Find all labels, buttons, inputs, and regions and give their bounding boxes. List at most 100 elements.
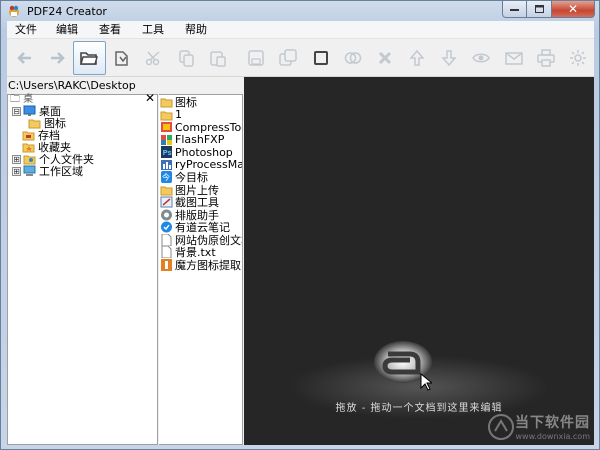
file-name: 1 xyxy=(175,108,182,122)
mouse-cursor-icon xyxy=(420,373,432,391)
watermark: 当下软件园 www.downxia.com xyxy=(487,412,590,441)
cut-button[interactable] xyxy=(138,41,170,75)
mail-button[interactable] xyxy=(497,41,529,75)
file-name: 图片上传 xyxy=(175,183,219,196)
title-bar[interactable]: PDF24 Creator ✕ xyxy=(1,1,599,21)
watermark-main: 当下软件园 xyxy=(515,415,590,431)
file-list-item[interactable]: 魔方图标提取 xyxy=(159,258,242,271)
menu-help[interactable]: 帮助 xyxy=(177,21,215,39)
window-controls: ✕ xyxy=(502,1,595,18)
file-list-item[interactable]: ryProcessManag xyxy=(159,158,242,172)
watermark-logo-icon xyxy=(488,413,514,440)
file-list-item[interactable]: 图标 xyxy=(159,96,242,109)
file-list-item[interactable]: CompressTool.e xyxy=(159,121,242,134)
file-list-item[interactable]: 排版助手 xyxy=(159,209,242,221)
toolbar xyxy=(7,39,594,77)
text-document-icon xyxy=(161,246,172,259)
file-list-item[interactable]: 今 今目标 xyxy=(159,171,242,184)
forward-button[interactable] xyxy=(41,41,73,75)
paste-button[interactable] xyxy=(202,41,234,75)
expand-icon[interactable]: ⊞ xyxy=(12,154,21,164)
file-name: 图标 xyxy=(175,96,197,109)
compress-tool-icon xyxy=(161,122,172,133)
layout-assistant-icon xyxy=(161,209,172,221)
tree-header: 🗀 桌 ✕ xyxy=(8,91,157,105)
maximize-button[interactable] xyxy=(527,1,552,18)
save-all-icon xyxy=(279,48,298,66)
watermark-url: www.downxia.com xyxy=(515,432,590,441)
file-list-item[interactable]: 1 xyxy=(159,108,242,122)
menu-view[interactable]: 查看 xyxy=(91,21,129,39)
move-down-button[interactable] xyxy=(433,41,465,75)
file-name: 魔方图标提取 xyxy=(175,258,241,271)
path-bar: C:\Users\RAKC\Desktop xyxy=(7,77,243,94)
tree-item-label: 工作区域 xyxy=(39,165,83,178)
file-list-item[interactable]: 网站伪原创文本 xyxy=(159,233,242,246)
file-list-item[interactable]: FlashFXP xyxy=(159,133,242,147)
tree-close-button[interactable]: ✕ xyxy=(145,91,155,105)
folder-icon xyxy=(160,111,173,121)
view-button[interactable] xyxy=(465,41,497,75)
expand-icon[interactable]: ⊞ xyxy=(12,166,21,176)
folder-icon xyxy=(160,186,173,196)
menu-edit[interactable]: 编辑 xyxy=(48,21,86,39)
file-name: 网站伪原创文本 xyxy=(175,233,242,246)
delete-icon xyxy=(378,51,391,64)
save-all-button[interactable] xyxy=(272,41,304,75)
merge-icon xyxy=(344,51,361,64)
back-icon xyxy=(17,51,32,64)
file-list-pane[interactable]: 图标 1 CompressTool.e FlashFXP Ps Photosho… xyxy=(159,94,243,445)
mofang-icon xyxy=(161,258,172,271)
menu-file[interactable]: 文件 xyxy=(7,21,45,39)
minimize-icon xyxy=(510,8,519,11)
window-title: PDF24 Creator xyxy=(27,4,107,18)
photoshop-icon: Ps xyxy=(161,146,172,159)
file-list-item[interactable]: 有道云笔记 xyxy=(159,221,242,234)
back-button[interactable] xyxy=(9,41,41,75)
menu-tools[interactable]: 工具 xyxy=(134,21,172,39)
file-list-item[interactable]: 截图工具 xyxy=(159,196,242,209)
file-name: FlashFXP xyxy=(175,133,225,147)
copy-button[interactable] xyxy=(170,41,202,75)
print-icon xyxy=(536,48,555,67)
open-button[interactable] xyxy=(73,40,106,75)
youdao-note-icon xyxy=(161,221,172,233)
copy-icon xyxy=(179,49,194,67)
flashfxp-icon xyxy=(161,134,172,145)
close-button[interactable]: ✕ xyxy=(552,1,595,18)
import-button[interactable] xyxy=(106,41,138,75)
watermark-text: 当下软件园 www.downxia.com xyxy=(515,412,590,441)
favorites-icon xyxy=(22,143,35,153)
import-icon xyxy=(114,50,128,66)
move-up-button[interactable] xyxy=(401,41,433,75)
select-button[interactable] xyxy=(305,41,337,75)
folder-tree-pane[interactable]: 🗀 桌 ✕ ⊟ 桌面 图标 存档 收藏夹 ⊞ 个人文件夹 ⊞ 工作区域 xyxy=(7,91,158,445)
minimize-button[interactable] xyxy=(502,1,527,18)
file-name: 截图工具 xyxy=(175,196,219,209)
settings-button[interactable] xyxy=(562,41,594,75)
process-manager-icon xyxy=(161,159,172,170)
collapse-icon[interactable]: ⊟ xyxy=(12,106,21,116)
select-icon xyxy=(313,50,328,65)
file-name: 今目标 xyxy=(175,171,208,184)
merge-button[interactable] xyxy=(337,41,369,75)
print-button[interactable] xyxy=(530,41,562,75)
desktop-icon xyxy=(23,105,36,116)
jinmubiao-icon: 今 xyxy=(161,171,172,184)
mail-icon xyxy=(504,51,523,65)
document-drop-area[interactable]: 拖放 - 拖动一个文档到这里来编辑 当下软件园 www.downxia.com xyxy=(244,77,594,445)
delete-button[interactable] xyxy=(369,41,401,75)
file-name: 有道云笔记 xyxy=(175,221,230,234)
file-name: ryProcessManag xyxy=(175,158,242,172)
file-list-item[interactable]: 背景.txt xyxy=(159,246,242,259)
menu-bar: 文件 编辑 查看 工具 帮助 xyxy=(7,21,594,39)
folder-icon xyxy=(160,98,173,108)
file-name: 背景.txt xyxy=(175,246,216,259)
text-document-icon xyxy=(161,233,172,246)
file-list-item[interactable]: Ps Photoshop xyxy=(159,146,242,159)
save-button[interactable] xyxy=(240,41,272,75)
archive-icon xyxy=(22,131,35,141)
file-list-item[interactable]: 图片上传 xyxy=(159,183,242,196)
tree-item-workspace[interactable]: ⊞ 工作区域 xyxy=(12,165,83,178)
close-icon: ✕ xyxy=(567,2,579,16)
